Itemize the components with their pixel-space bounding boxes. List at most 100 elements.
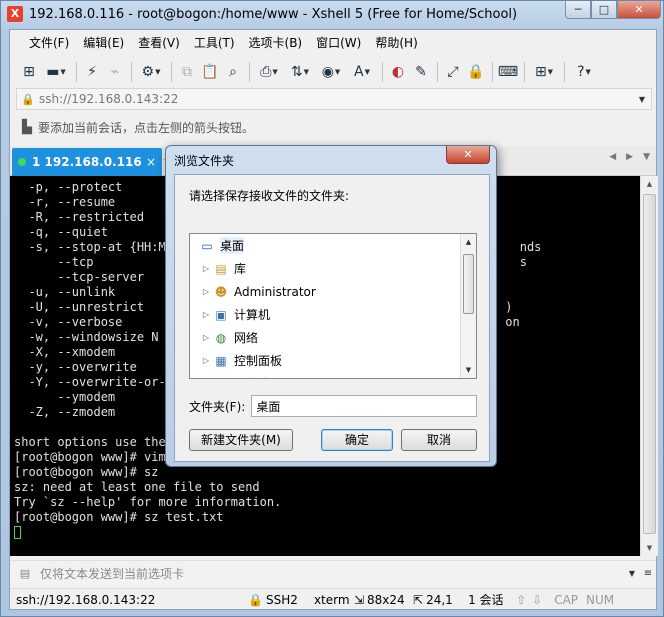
close-window-button[interactable]: ✕ [617, 1, 661, 19]
reconnect-icon[interactable]: ⚡ [81, 61, 103, 83]
terminal-scrollbar[interactable]: ▲ ▼ [640, 176, 658, 556]
maximize-button[interactable]: □ [591, 1, 617, 19]
tree-item[interactable]: ▷ ▣ 计算机 [190, 303, 476, 326]
new-session-icon[interactable]: ⊞ [18, 61, 40, 83]
desktop-icon: ▭ [201, 238, 213, 253]
new-folder-button[interactable]: 新建文件夹(M) [189, 429, 293, 451]
lock-icon[interactable]: 🔒 [465, 61, 487, 83]
open-session-icon[interactable]: ▬ ▼ [41, 61, 71, 83]
status-sessions: 1 会话 [468, 593, 504, 607]
menu-tools[interactable]: 工具(T) [187, 30, 242, 56]
compose-menu-icon[interactable]: ▤ [14, 567, 36, 580]
status-size: 88x24 [367, 592, 405, 607]
status-terminal-type: xterm [313, 592, 350, 607]
new-tab-icon[interactable]: ⊞ ▼ [529, 61, 559, 83]
menu-view[interactable]: 查看(V) [131, 30, 187, 56]
tab-prev-icon[interactable]: ◀ [609, 152, 616, 162]
cursor-position-icon: ⇱ [413, 592, 424, 607]
control-panel-icon: ▦ [215, 353, 227, 368]
chevron-down-icon[interactable]: ▼ [633, 95, 651, 104]
expand-arrow-icon[interactable]: ▷ [200, 356, 212, 365]
menu-help[interactable]: 帮助(H) [368, 30, 424, 56]
toolbar-separator [382, 62, 383, 82]
cancel-button[interactable]: 取消 [401, 429, 477, 451]
menu-tabs[interactable]: 选项卡(B) [242, 30, 310, 56]
keyboard-icon[interactable]: ⌨ [497, 61, 519, 83]
disconnect-icon[interactable]: ⌁ [104, 61, 126, 83]
toolbar-separator [249, 62, 250, 82]
tab-session-1[interactable]: 1 192.168.0.116 × [12, 148, 162, 176]
expand-arrow-icon[interactable]: ▷ [200, 333, 212, 342]
status-cursor: 24,1 [426, 592, 453, 607]
terminal-line: Try `sz --help' for more information. [14, 495, 282, 509]
dialog-close-button[interactable]: ✕ [446, 146, 490, 164]
help-icon[interactable]: ? ▼ [569, 61, 599, 83]
fullscreen-icon[interactable]: ⤢ [442, 61, 464, 83]
ssh-lock-icon: 🔒 [248, 592, 263, 607]
terminal-line: sz: need at least one file to send [14, 480, 260, 494]
scroll-thumb[interactable] [643, 194, 656, 534]
session-hint-bar: ▙ 要添加当前会话，点击左侧的箭头按钮。 [16, 116, 652, 138]
tree-item[interactable]: ▭ 桌面 [190, 234, 476, 257]
xftp-icon[interactable]: ◐ [387, 61, 409, 83]
folder-tree[interactable]: ▭桌面▷▤库▷☻Administrator▷▣计算机▷◍网络▷▦控制面板♲回收站… [189, 233, 477, 379]
window-title: 192.168.0.116 - root@bogon:/home/www - X… [29, 7, 518, 22]
address-value[interactable]: ssh://192.168.0.143:22 [39, 92, 633, 106]
terminal-line: [root@bogon www]# sz test.txt [14, 510, 224, 524]
status-num: NUM [586, 592, 615, 607]
properties-icon[interactable]: ⚙ ▼ [136, 61, 166, 83]
dialog-title[interactable]: 浏览文件夹 [174, 152, 234, 169]
scroll-up-icon[interactable]: ▲ [641, 176, 658, 192]
tab-close-icon[interactable]: × [146, 155, 156, 169]
toolbar: ⊞ ▬ ▼ ⚡ ⌁ ⚙ ▼ ⧉ 📋 ⌕ ⎙ ▼ ⇅ ▼ ◉ ▼ A ▼ ◐ ✎ ⤢ 🔒 ⌨ [10, 58, 656, 86]
chevron-down-icon[interactable]: ▼ [624, 569, 640, 578]
title-bar[interactable]: X 192.168.0.116 - root@bogon:/home/www -… [1, 1, 664, 29]
expand-arrow-icon[interactable]: ▷ [200, 287, 212, 296]
address-lock-icon: 🔒 [21, 92, 35, 106]
scroll-down-icon[interactable]: ▼ [461, 362, 476, 378]
tree-item[interactable]: ▷ ▤ 库 [190, 257, 476, 280]
menu-edit[interactable]: 编辑(E) [76, 30, 131, 56]
toolbar-separator [524, 62, 525, 82]
scroll-down-icon[interactable]: ▼ [641, 540, 658, 556]
tab-list-icon[interactable]: ▼ [643, 152, 650, 162]
menu-window[interactable]: 窗口(W) [309, 30, 368, 56]
tree-item[interactable]: ▷ ◍ 网络 [190, 326, 476, 349]
upload-arrow-icon: ⇧ [516, 592, 527, 607]
tree-item[interactable]: ♲ 回收站 [190, 372, 476, 379]
ok-button[interactable]: 确定 [321, 429, 393, 451]
tree-item-label: 网络 [234, 331, 259, 345]
find-icon[interactable]: ⌕ [222, 61, 244, 83]
menu-file[interactable]: 文件(F) [22, 30, 76, 56]
toolbar-separator [76, 62, 77, 82]
add-session-arrow-icon[interactable]: ▙ [16, 120, 38, 135]
color-scheme-icon[interactable]: ◉ ▼ [316, 61, 346, 83]
scroll-thumb[interactable] [463, 254, 474, 314]
scroll-up-icon[interactable]: ▲ [461, 234, 476, 250]
xshell-app-icon: X [7, 6, 23, 22]
folder-tree-scrollbar[interactable]: ▲ ▼ [460, 234, 476, 378]
transfer-icon[interactable]: ⇅ ▼ [285, 61, 315, 83]
browse-folder-dialog: 浏览文件夹 ✕ 请选择保存接收文件的文件夹: ▭ 桌面 ▷ ▤ 库 ▷ ☻ Administr… [165, 145, 497, 467]
expand-arrow-icon[interactable]: ▷ [200, 264, 212, 273]
expand-arrow-icon[interactable]: ▷ [200, 310, 212, 319]
minimize-button[interactable]: ─ [565, 1, 591, 19]
folder-field[interactable] [251, 395, 478, 417]
tree-item[interactable]: ▷ ▦ 控制面板 [190, 349, 476, 372]
script-icon[interactable]: ✎ [410, 61, 432, 83]
tree-item[interactable]: ▷ ☻ Administrator [190, 280, 476, 303]
folder-field-label: 文件夹(F): [189, 399, 246, 414]
address-bar[interactable]: 🔒 ssh://192.168.0.143:22 ▼ [16, 88, 652, 110]
paste-icon[interactable]: 📋 [199, 61, 221, 83]
toolbar-separator [437, 62, 438, 82]
copy-icon[interactable]: ⧉ [176, 61, 198, 83]
toolbar-separator [564, 62, 565, 82]
status-bar: ssh://192.168.0.143:22 🔒 SSH2 xterm ⇲ 88… [10, 588, 656, 610]
font-icon[interactable]: A ▼ [347, 61, 377, 83]
dialog-body: 请选择保存接收文件的文件夹: ▭ 桌面 ▷ ▤ 库 ▷ ☻ Administrator ▷ ▣ 计算… [174, 174, 490, 462]
status-connection: ssh://192.168.0.143:22 [16, 592, 156, 607]
print-icon[interactable]: ⎙ ▼ [254, 61, 284, 83]
compose-options-icon[interactable]: ≡ [640, 568, 656, 579]
tab-next-icon[interactable]: ▶ [626, 152, 633, 162]
compose-input[interactable]: 仅将文本发送到当前选项卡 [36, 565, 624, 582]
